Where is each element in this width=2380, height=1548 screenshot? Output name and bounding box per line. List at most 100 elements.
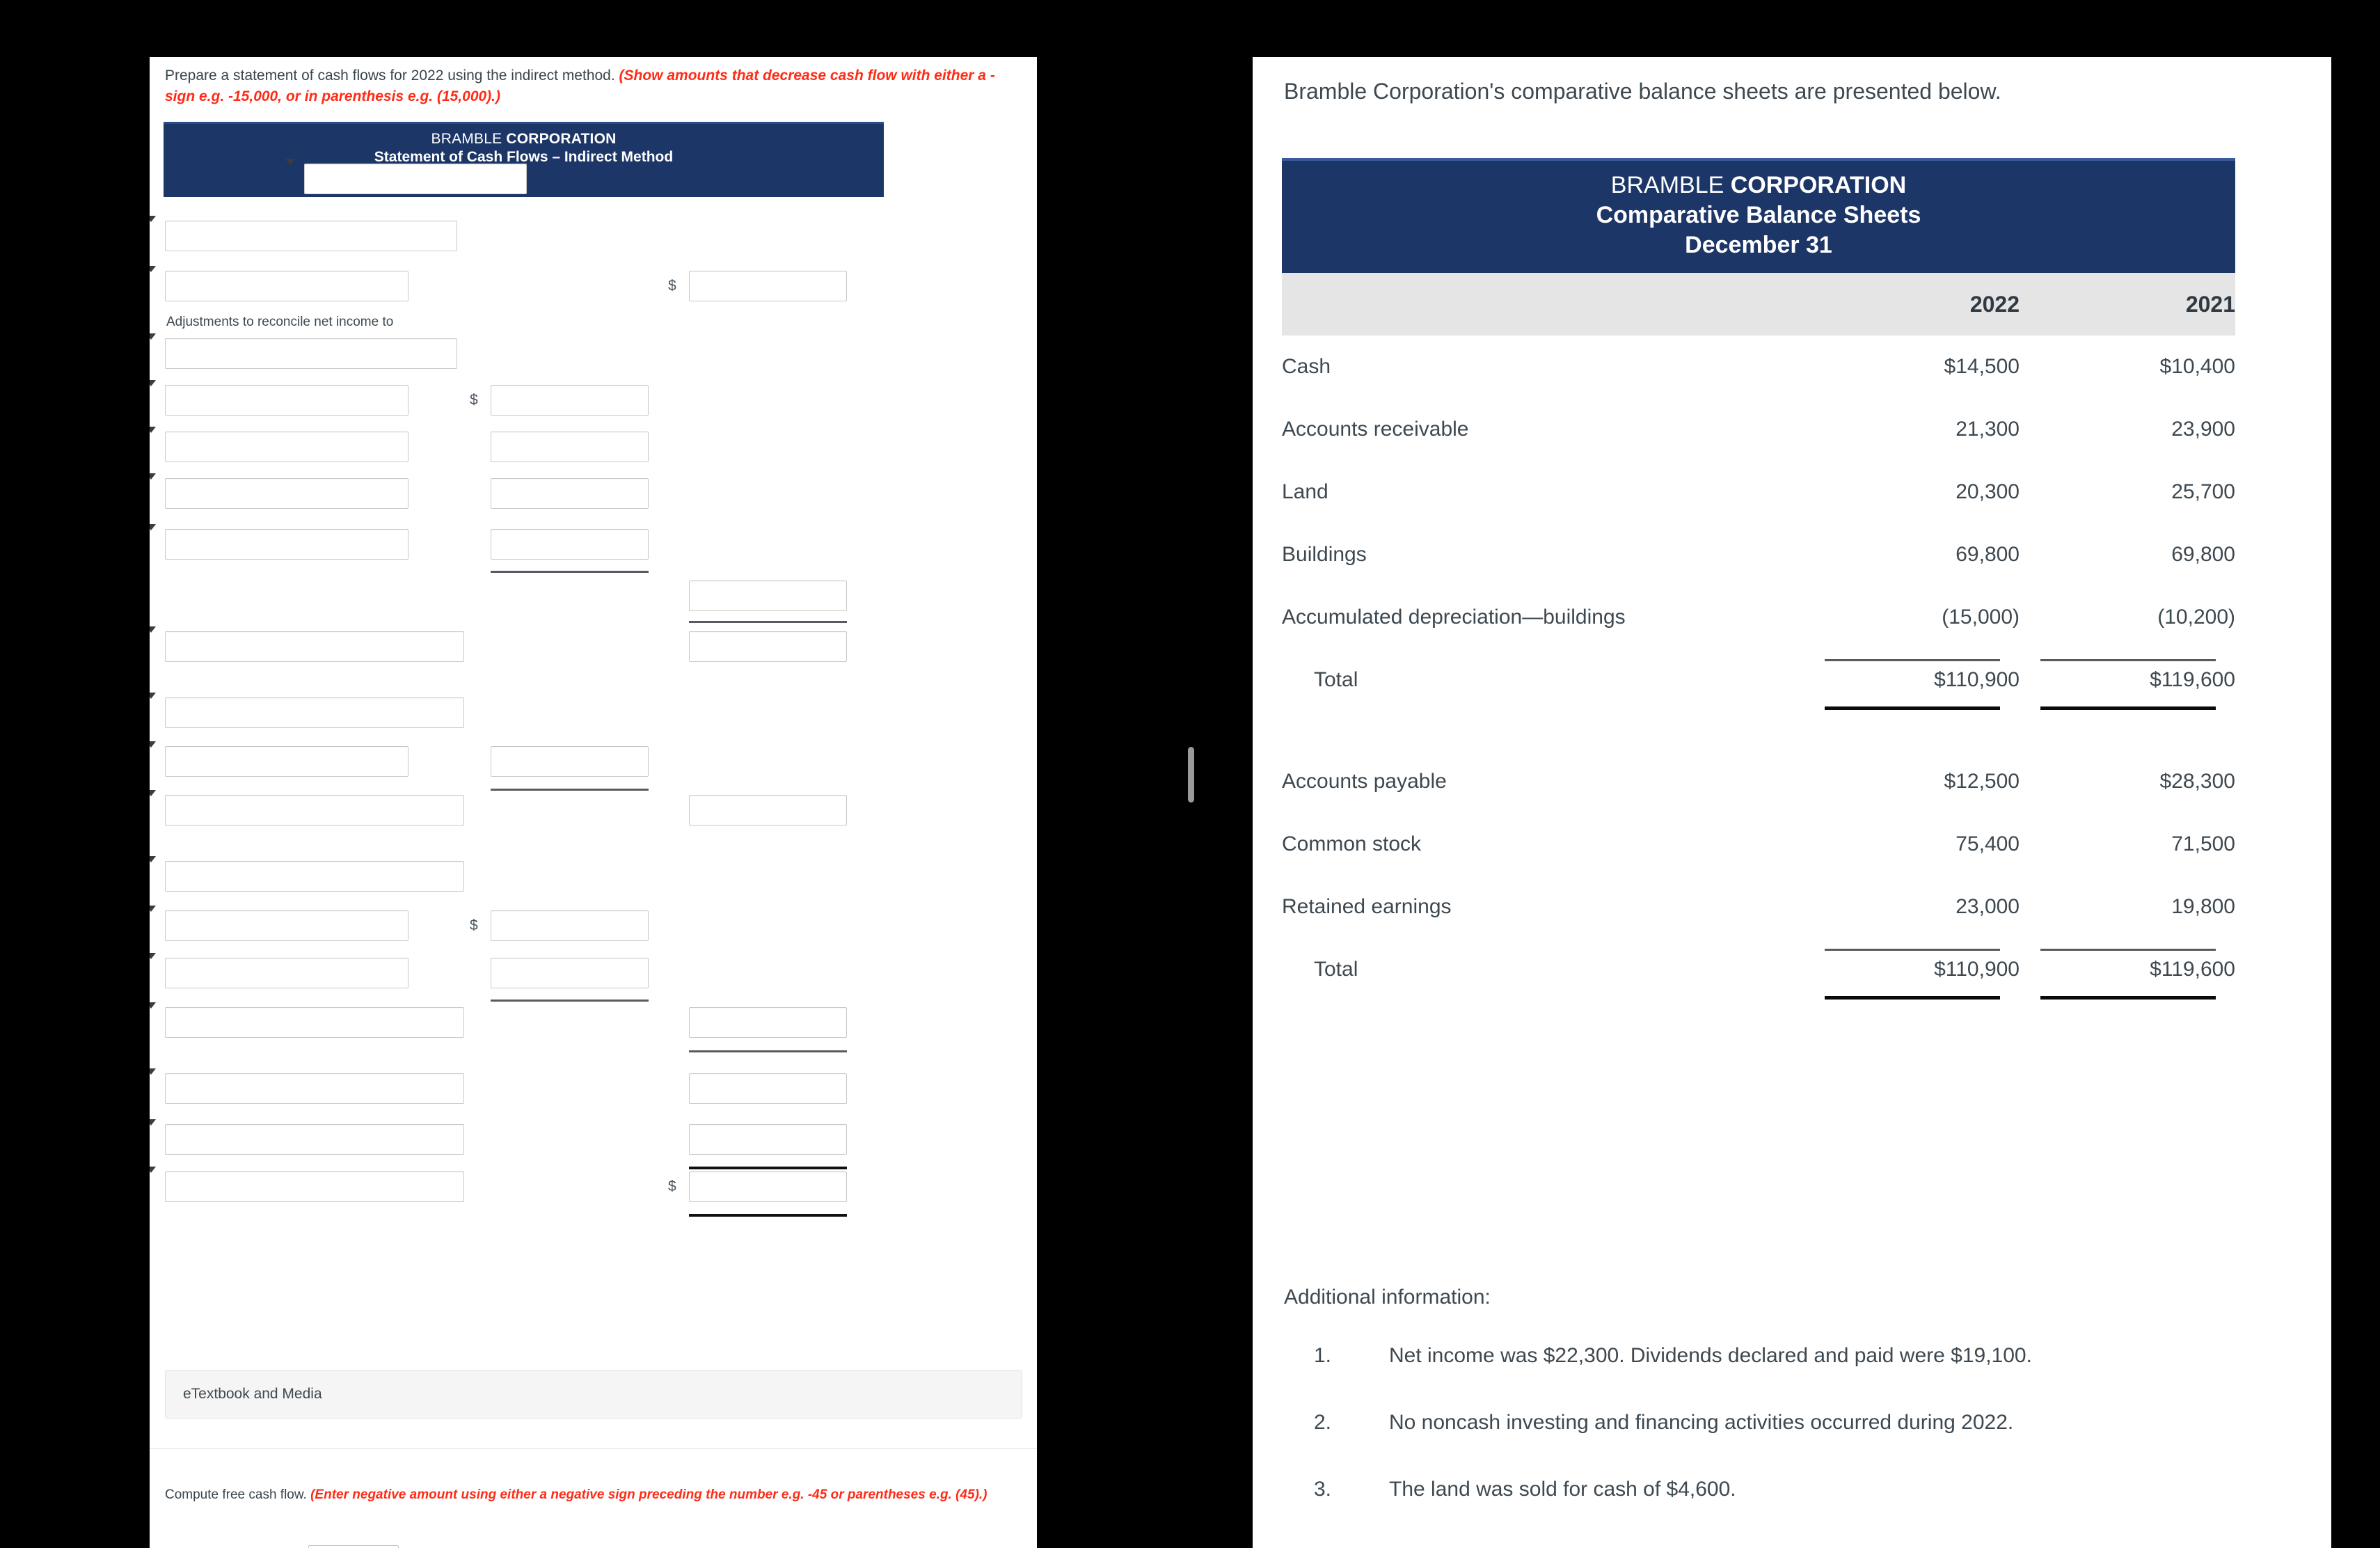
table-row: Common stock 75,400 71,500	[1282, 813, 2235, 876]
row-value-2021: (10,200)	[2157, 606, 2235, 629]
activity-section-select-9[interactable]	[165, 1124, 464, 1155]
activity-section-select-5[interactable]	[165, 795, 464, 826]
chevron-down-icon	[150, 1167, 156, 1173]
screenshot-root: Prepare a statement of cash flows for 20…	[0, 0, 2380, 1548]
cash-flow-worksheet-panel: Prepare a statement of cash flows for 20…	[150, 57, 1037, 1548]
amount-input-3[interactable]	[491, 432, 649, 462]
amount-input-1[interactable]	[689, 271, 847, 301]
row-value-2022: 23,000	[1955, 895, 2020, 918]
column-header-blank	[1282, 273, 1804, 335]
line-item-select-7[interactable]	[165, 910, 408, 941]
additional-information-heading: Additional information:	[1284, 1286, 1491, 1309]
amount-input-5[interactable]	[491, 529, 649, 560]
row-value-2022: $14,500	[1944, 355, 2020, 378]
chevron-down-icon	[150, 741, 156, 748]
chevron-down-icon	[150, 524, 156, 530]
dollar-sign-2: $	[470, 392, 478, 408]
dollar-sign-3: $	[470, 917, 478, 933]
row-label: Buildings	[1282, 543, 1367, 566]
amount-input-12[interactable]	[689, 1007, 847, 1038]
total-rule-1	[689, 1167, 847, 1169]
table-row: Buildings 69,800 69,800	[1282, 523, 2235, 586]
chevron-down-icon	[150, 1068, 156, 1075]
etextbook-and-media-button[interactable]: eTextbook and Media	[165, 1370, 1022, 1419]
activity-section-select-4[interactable]	[165, 697, 464, 728]
activity-section-select-3[interactable]	[165, 631, 464, 662]
activity-section-select-8[interactable]	[165, 1073, 464, 1104]
line-item-select-3[interactable]	[165, 432, 408, 462]
total-rule	[2040, 949, 2216, 951]
total-amount-2021: $119,600	[2150, 668, 2235, 691]
amount-input-13[interactable]	[689, 1073, 847, 1104]
free-cash-flow-instruction-plain: Compute free cash flow.	[165, 1487, 311, 1502]
free-cash-flow-instruction: Compute free cash flow. (Enter negative …	[165, 1485, 1021, 1505]
amount-input-6[interactable]	[689, 580, 847, 611]
column-header-2022: 2022	[1969, 291, 2020, 317]
line-item-select-8[interactable]	[165, 958, 408, 988]
activity-section-select-7[interactable]	[165, 1007, 464, 1038]
amount-input-10[interactable]	[491, 910, 649, 941]
amount-input-2[interactable]	[491, 385, 649, 416]
table-header-row: 2022 2021	[1282, 273, 2235, 335]
list-item-text: No noncash investing and financing activ…	[1389, 1411, 2014, 1434]
list-item-text: The land was sold for cash of $4,600.	[1389, 1478, 1736, 1501]
amount-input-9[interactable]	[689, 795, 847, 826]
activity-section-select-1[interactable]	[165, 221, 457, 251]
row-label: Common stock	[1282, 832, 1422, 855]
problem-reference-panel: Bramble Corporation's comparative balanc…	[1253, 57, 2331, 1548]
adjustments-section-label: Adjustments to reconcile net income to	[166, 315, 394, 329]
row-label: Total	[1314, 958, 1358, 981]
total-rule-2	[689, 1214, 847, 1217]
line-item-select-5[interactable]	[165, 529, 408, 560]
line-item-select-6[interactable]	[165, 746, 408, 777]
dollar-sign-1: $	[668, 278, 676, 294]
row-label: Accounts payable	[1282, 770, 1447, 793]
chevron-down-icon	[150, 1002, 156, 1009]
worksheet-instruction-plain: Prepare a statement of cash flows for 20…	[165, 68, 619, 84]
amount-input-11[interactable]	[491, 958, 649, 988]
chevron-down-icon	[150, 856, 156, 862]
table-row: Accounts receivable 21,300 23,900	[1282, 398, 2235, 461]
period-select[interactable]	[304, 164, 527, 194]
balance-sheet-table: 2022 2021 Cash $14,500 $10,400 Accounts …	[1282, 273, 2235, 1001]
amount-input-14[interactable]	[689, 1124, 847, 1155]
subtotal-rule-4	[491, 1000, 649, 1002]
activity-section-select-10[interactable]	[165, 1171, 464, 1202]
amount-input-7[interactable]	[689, 631, 847, 662]
statement-company-light: BRAMBLE	[431, 131, 507, 147]
panel-resize-handle[interactable]	[1188, 747, 1194, 803]
grand-total-rule	[1825, 996, 2000, 1000]
line-item-select-1[interactable]	[165, 271, 408, 301]
free-cash-flow-input[interactable]	[308, 1545, 399, 1548]
row-value-2022: $110,900	[1804, 938, 2020, 1001]
statement-header-band: BRAMBLE CORPORATION Statement of Cash Fl…	[164, 122, 884, 197]
subtotal-rule-5	[689, 1050, 847, 1052]
list-item-number: 2.	[1314, 1411, 1332, 1434]
statement-company-bold: CORPORATION	[506, 131, 617, 147]
spacer-cell	[1804, 711, 2020, 750]
total-amount-2022: $110,900	[1934, 958, 2020, 981]
table-row-total: Total $110,900 $119,600	[1282, 938, 2235, 1001]
chevron-down-icon	[150, 626, 156, 633]
row-value-2021: 19,800	[2171, 895, 2235, 918]
amount-input-8[interactable]	[491, 746, 649, 777]
total-amount-2022: $110,900	[1934, 668, 2020, 691]
column-header-2021: 2021	[2185, 291, 2235, 317]
dollar-sign-4: $	[668, 1178, 676, 1194]
total-amount-2021: $119,600	[2150, 958, 2235, 981]
total-rule	[2040, 659, 2216, 661]
activity-section-select-6[interactable]	[165, 861, 464, 892]
list-item-text: Net income was $22,300. Dividends declar…	[1389, 1344, 2032, 1367]
line-item-select-4[interactable]	[165, 478, 408, 509]
table-spacer-row	[1282, 711, 2235, 750]
chevron-down-icon	[150, 266, 156, 272]
row-value-2021: 69,800	[2171, 543, 2235, 566]
amount-input-15[interactable]	[689, 1171, 847, 1202]
row-label: Retained earnings	[1282, 895, 1452, 918]
activity-section-select-2[interactable]	[165, 338, 457, 369]
row-value-2021: $28,300	[2159, 770, 2235, 793]
amount-input-4[interactable]	[491, 478, 649, 509]
problem-intro-text: Bramble Corporation's comparative balanc…	[1284, 79, 2001, 104]
total-rule	[1825, 659, 2000, 661]
line-item-select-2[interactable]	[165, 385, 408, 416]
